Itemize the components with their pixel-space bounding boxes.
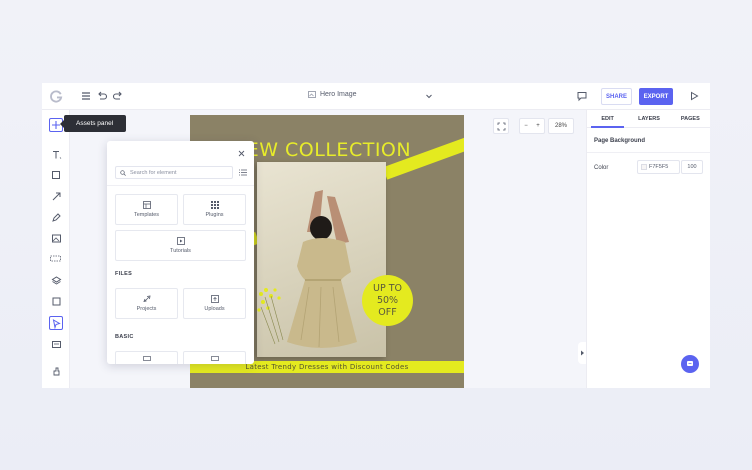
zoom-controls: − + 28% [519, 118, 577, 134]
color-swatch[interactable] [641, 164, 647, 170]
plugin-icon [53, 367, 59, 375]
square-icon [51, 170, 60, 179]
properties-panel: EDIT LAYERS PAGES Page Background Color … [586, 110, 710, 388]
properties-tabs: EDIT LAYERS PAGES [587, 110, 710, 128]
layers-tool[interactable] [49, 273, 63, 287]
frame-tool[interactable] [49, 294, 63, 308]
image-file-icon [308, 91, 316, 98]
close-icon[interactable] [238, 150, 245, 157]
opacity-input[interactable]: 100 [681, 160, 703, 174]
input-tool[interactable] [49, 252, 63, 266]
element-icon [210, 355, 219, 361]
plugins-tile[interactable]: Plugins [183, 194, 246, 225]
image-tool[interactable] [49, 231, 63, 245]
assets-panel: Search for element Templates Plugins Tut… [107, 141, 254, 364]
chat-icon [687, 361, 693, 366]
element-icon [142, 355, 151, 361]
model-photo[interactable] [257, 162, 386, 357]
tutorials-label: Tutorials [170, 248, 191, 254]
cursor-icon [52, 318, 61, 329]
rocket-icon [142, 295, 150, 303]
files-section-label: FILES [115, 271, 133, 277]
pen-icon [51, 212, 61, 222]
text-tool[interactable] [49, 147, 63, 161]
templates-tile[interactable]: Templates [115, 194, 178, 225]
basic-tile-2[interactable] [183, 351, 246, 364]
document-title-text: Hero Image [320, 91, 357, 98]
tutorials-tile[interactable]: Tutorials [115, 230, 246, 261]
chat-button[interactable] [681, 355, 699, 373]
comment-icon[interactable] [576, 90, 588, 102]
pen-tool[interactable] [49, 210, 63, 224]
right-panel-toggle[interactable] [578, 342, 586, 364]
top-bar: Hero Image SHARE EXPORT [42, 83, 710, 110]
assets-panel-tooltip: Assets panel [60, 115, 126, 132]
fit-to-screen-button[interactable] [493, 118, 509, 134]
layers-icon [51, 275, 61, 284]
form-tool[interactable] [49, 337, 63, 351]
tab-layers[interactable]: LAYERS [628, 110, 669, 127]
export-button[interactable]: EXPORT [639, 88, 673, 105]
left-toolbar [42, 110, 70, 388]
tab-pages[interactable]: PAGES [670, 110, 710, 127]
basic-section-label: BASIC [115, 334, 134, 340]
badge-line-3: OFF [378, 306, 397, 318]
form-icon [51, 340, 61, 348]
basic-tile-1[interactable] [115, 351, 178, 364]
poster-title[interactable]: NEW COLLECTION [232, 139, 411, 161]
projects-label: Projects [136, 306, 157, 312]
zoom-out-button[interactable]: − [520, 123, 532, 129]
grid-icon [210, 201, 219, 209]
discount-badge[interactable]: UP TO 50% OFF [362, 275, 413, 326]
settings-tool[interactable] [49, 364, 63, 378]
redo-icon[interactable] [112, 90, 124, 102]
play-icon[interactable] [688, 90, 700, 102]
document-title[interactable]: Hero Image [308, 91, 357, 98]
select-tool[interactable] [49, 316, 63, 330]
share-button[interactable]: SHARE [601, 88, 632, 105]
page-background-heading: Page Background [594, 138, 646, 144]
panel-divider [107, 185, 254, 186]
search-placeholder: Search for element [130, 169, 177, 176]
uploads-tile[interactable]: Uploads [183, 288, 246, 319]
line-tool[interactable] [49, 189, 63, 203]
badge-line-1: UP TO [373, 282, 402, 294]
color-hex-input[interactable]: F7F5F5 [637, 160, 680, 174]
shape-tool[interactable] [49, 168, 63, 182]
chevron-right-icon [580, 350, 584, 356]
chevron-down-icon[interactable] [425, 92, 433, 100]
zoom-level[interactable]: 28% [548, 118, 574, 134]
tutorial-icon [176, 237, 185, 245]
uploads-label: Uploads [204, 306, 225, 312]
frame-icon [52, 297, 60, 305]
zoom-in-button[interactable]: + [532, 123, 544, 129]
search-icon [120, 170, 126, 176]
badge-line-2: 50% [376, 294, 399, 306]
app-logo-icon[interactable] [50, 90, 63, 103]
projects-tile[interactable]: Projects [115, 288, 178, 319]
color-label: Color [594, 165, 609, 171]
menu-icon[interactable] [80, 90, 92, 102]
templates-icon [142, 201, 151, 209]
tab-edit[interactable]: EDIT [587, 110, 628, 128]
list-view-icon[interactable] [239, 169, 247, 176]
plugins-label: Plugins [205, 212, 224, 218]
zoom-stepper[interactable]: − + [519, 118, 545, 134]
arrow-icon [52, 192, 60, 200]
expand-icon [497, 122, 505, 130]
editor-window: Hero Image SHARE EXPORT Assets panel NEW… [42, 83, 710, 388]
input-field-icon [50, 255, 61, 262]
color-hex-value: F7F5F5 [649, 164, 669, 170]
search-input[interactable]: Search for element [115, 166, 233, 179]
upload-icon [210, 295, 219, 303]
image-icon [51, 234, 61, 242]
templates-label: Templates [133, 212, 160, 218]
text-icon [52, 150, 61, 159]
panel-divider [587, 152, 710, 153]
woman-in-dress-image [257, 190, 357, 348]
undo-icon[interactable] [96, 90, 108, 102]
canvas-workspace[interactable]: NEW COLLECTION UP TO 50% OFF Latest Tren… [70, 110, 586, 388]
